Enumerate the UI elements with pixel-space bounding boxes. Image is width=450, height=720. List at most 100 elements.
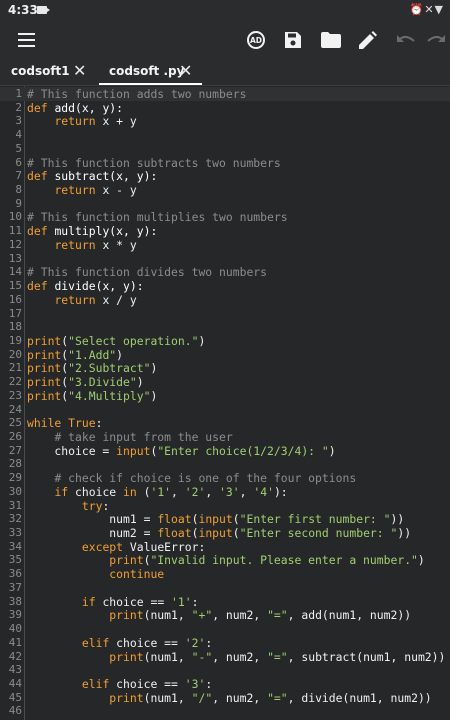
code-line[interactable]: 45 print(num1, "/", num2, "=", divide(nu… (0, 691, 450, 705)
line-number: 15 (8, 279, 22, 293)
code-line[interactable]: 44 elif choice == '3': (0, 677, 450, 691)
code-line[interactable]: 43 (0, 663, 450, 677)
code-token: "=" (267, 649, 288, 664)
code-line[interactable]: 35 print("Invalid input. Please enter a … (0, 553, 450, 567)
code-line[interactable]: 40 (0, 622, 450, 636)
code-line[interactable]: 13 (0, 252, 450, 266)
screen-record-icon (37, 6, 50, 14)
code-line[interactable]: 8 return x - y (0, 183, 450, 197)
code-line[interactable]: 14 # This function divides two numbers (0, 265, 450, 279)
line-number: 9 (15, 196, 22, 210)
code-token: ValueError: (129, 539, 206, 554)
save-button[interactable] (276, 22, 310, 58)
code-text: num1 = float(input("Enter first number: … (27, 512, 404, 526)
code-line[interactable]: 1 # This function adds two numbers (0, 87, 450, 101)
code-line[interactable]: 27 choice = input("Enter choice(1/2/3/4)… (0, 444, 450, 458)
auto-icon: AD (247, 31, 265, 49)
line-number: 38 (8, 594, 22, 608)
code-line[interactable]: 30 if choice in ('1', '2', '3', '4'): (0, 485, 450, 499)
line-number: 39 (8, 608, 22, 622)
code-line[interactable]: 9 (0, 197, 450, 211)
code-line[interactable]: 11 def multiply(x, y): (0, 224, 450, 238)
code-token: "/" (191, 690, 213, 705)
tab-codsoft1[interactable]: codsoft1 ✕ (0, 58, 96, 85)
code-token: add(x, y): (54, 100, 124, 115)
code-line[interactable]: 25 while True: (0, 416, 450, 430)
code-line[interactable]: 12 return x * y (0, 238, 450, 252)
code-line[interactable]: 15 def divide(x, y): (0, 279, 450, 293)
code-token: , (205, 484, 220, 499)
tab-codsoft-py[interactable]: codsoft .py ✕ (99, 58, 202, 85)
code-line[interactable]: 22 print("3.Divide") (0, 375, 450, 389)
code-line[interactable]: 31 try: (0, 499, 450, 513)
open-folder-button[interactable] (314, 22, 348, 58)
code-token: input (198, 526, 233, 541)
undo-button[interactable] (389, 22, 423, 58)
code-line[interactable]: 18 (0, 320, 450, 334)
edit-button[interactable] (351, 22, 385, 58)
code-token: , subtract(num1, num2)) (287, 649, 446, 664)
code-line[interactable]: 26 # take input from the user (0, 430, 450, 444)
code-line[interactable]: 32 num1 = float(input("Enter first numbe… (0, 512, 450, 526)
code-line[interactable]: 21 print("2.Subtract") (0, 361, 450, 375)
tab-label: codsoft .py (109, 64, 185, 78)
code-line[interactable]: 39 print(num1, "+", num2, "=", add(num1,… (0, 608, 450, 622)
code-line[interactable]: 28 (0, 457, 450, 471)
auto-button[interactable]: AD (239, 22, 273, 58)
line-number: 12 (8, 237, 22, 251)
line-number: 17 (8, 306, 22, 320)
code-line[interactable]: 7 def subtract(x, y): (0, 169, 450, 183)
close-icon[interactable]: ✕ (179, 61, 192, 80)
redo-button[interactable] (426, 22, 450, 58)
code-line[interactable]: 3 return x + y (0, 114, 450, 128)
code-text: elif choice == '3': (27, 677, 212, 691)
code-line[interactable]: 37 (0, 581, 450, 595)
code-token: "Select operation." (68, 333, 199, 348)
line-number: 24 (8, 402, 22, 416)
code-text: print("Select operation.") (27, 334, 205, 348)
code-token: num1 = (27, 512, 158, 527)
code-line[interactable]: 36 continue (0, 567, 450, 581)
code-line[interactable]: 10 # This function multiplies two numbers (0, 210, 450, 224)
code-line[interactable]: 20 print("1.Add") (0, 348, 450, 362)
code-token: '1' (150, 484, 172, 499)
code-line[interactable]: 6 # This function subtracts two numbers (0, 156, 450, 170)
code-line[interactable]: 19 print("Select operation.") (0, 334, 450, 348)
code-line[interactable]: 24 (0, 403, 450, 417)
code-line[interactable]: 2 def add(x, y): (0, 101, 450, 115)
code-token: in (123, 484, 144, 499)
code-line[interactable]: 33 num2 = float(input("Enter second numb… (0, 526, 450, 540)
line-number: 27 (8, 443, 22, 457)
code-line[interactable]: 17 (0, 307, 450, 321)
code-editor[interactable]: 1 # This function adds two numbers 2 def ad… (0, 86, 450, 720)
code-text: # This function subtracts two numbers (27, 156, 281, 170)
code-text: # This function multiplies two numbers (27, 210, 288, 224)
code-token: x * y (102, 237, 137, 252)
code-line[interactable]: 16 return x / y (0, 293, 450, 307)
code-line[interactable]: 34 except ValueError: (0, 540, 450, 554)
code-line[interactable]: 46 (0, 704, 450, 718)
menu-button[interactable] (9, 22, 43, 58)
code-line[interactable]: 23 print("4.Multiply") (0, 389, 450, 403)
code-token: num2 = (27, 526, 158, 541)
code-line[interactable]: 42 print(num1, "-", num2, "=", subtract(… (0, 650, 450, 664)
line-number: 36 (8, 567, 22, 581)
code-line[interactable]: 38 if choice == '1': (0, 595, 450, 609)
code-token: ) (150, 388, 158, 403)
code-line[interactable]: 41 elif choice == '2': (0, 636, 450, 650)
close-icon[interactable]: ✕ (73, 61, 86, 80)
code-line[interactable]: 5 (0, 142, 450, 156)
code-line[interactable]: 4 (0, 128, 450, 142)
code-token: )) (397, 526, 412, 541)
code-text: return x + y (27, 114, 136, 128)
code-token: print (27, 333, 62, 348)
code-token: input (198, 512, 233, 527)
code-line[interactable]: 29 # check if choice is one of the four … (0, 471, 450, 485)
code-token: , (171, 484, 185, 499)
code-token: ) (116, 347, 124, 362)
line-number: 16 (8, 292, 22, 306)
